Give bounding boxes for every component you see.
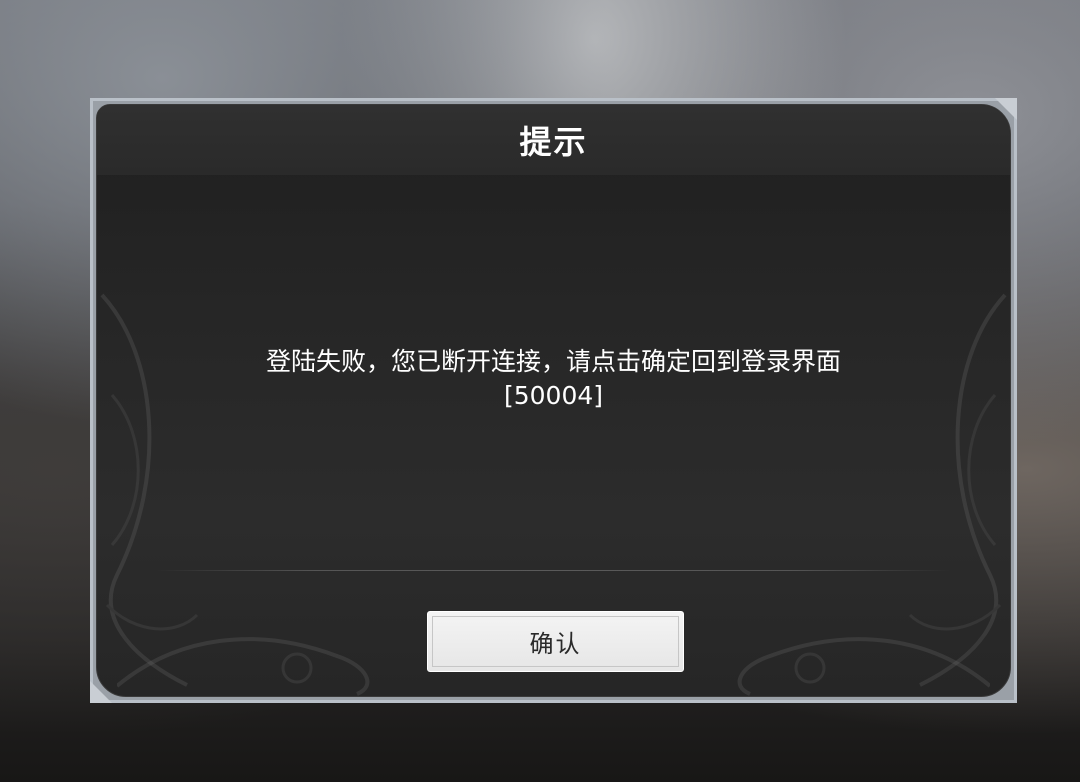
side-ornament-right — [908, 293, 1007, 687]
confirm-button[interactable]: 确认 — [427, 611, 684, 672]
login-failed-dialog: 提示 登陆失败，您已断开连接，请点击确定回到登录界面 [50004] 确认 — [90, 98, 1017, 703]
game-background: 提示 登陆失败，您已断开连接，请点击确定回到登录界面 [50004] 确认 — [0, 0, 1080, 782]
dialog-title: 提示 — [519, 123, 588, 161]
confirm-button-label: 确认 — [529, 630, 582, 658]
side-ornament-left — [100, 293, 199, 687]
frame-corner-top-right — [995, 98, 1017, 120]
dialog-panel: 提示 登陆失败，您已断开连接，请点击确定回到登录界面 [50004] 确认 — [96, 104, 1011, 697]
message-text: 登陆失败，您已断开连接，请点击确定回到登录界面 — [265, 347, 841, 376]
bottom-ornament-left — [117, 637, 370, 696]
divider — [157, 570, 950, 571]
bottom-ornament-right — [737, 637, 990, 696]
dialog-message: 登陆失败，您已断开连接，请点击确定回到登录界面 [50004] — [97, 345, 1010, 413]
error-code: [50004] — [503, 381, 604, 410]
dialog-title-bar: 提示 — [97, 105, 1010, 175]
frame-corner-bottom-left — [90, 681, 112, 703]
